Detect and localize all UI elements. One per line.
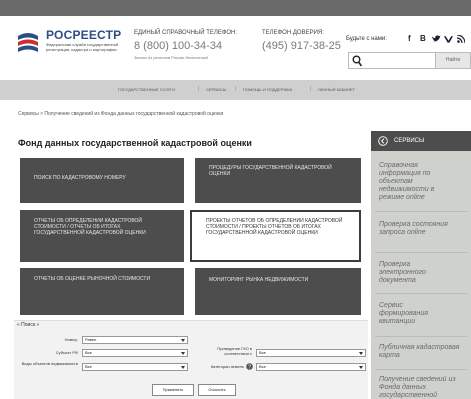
- subject-label: Субъект РФ: [55, 350, 78, 355]
- tile-label: ОТЧЕТЫ ОБ ОЦЕНКЕ РЫНОЧНОЙ СТОИМОСТИ: [34, 276, 151, 282]
- dropdown-arrow-icon: [359, 366, 363, 369]
- helpline-label: ЕДИНЫЙ СПРАВОЧНЫЙ ТЕЛЕФОН:: [134, 30, 238, 36]
- tile-market-value-reports[interactable]: ОТЧЕТЫ ОБ ОЦЕНКЕ РЫНОЧНОЙ СТОИМОСТИ: [20, 268, 184, 315]
- dropdown-arrow-icon: [181, 339, 185, 342]
- gko-select[interactable]: Все: [256, 349, 366, 357]
- apply-button[interactable]: Применить: [152, 384, 194, 396]
- helpline-note: Звонок из регионов России бесплатный: [134, 55, 208, 60]
- land-category-select[interactable]: Все: [256, 363, 366, 371]
- services-sidebar: СЕРВИСЫ Справочная информация по объекта…: [371, 131, 471, 399]
- sidebar-divider: [375, 252, 467, 253]
- sidebar-divider: [375, 211, 467, 212]
- sidebar-link-fund-data[interactable]: Получение сведений из Фонда данных госуд…: [379, 376, 471, 399]
- tile-market-monitoring[interactable]: МОНИТОРИНГ РЫНКА НЕДВИЖИМОСТИ: [195, 268, 361, 315]
- sidebar-link-receipt[interactable]: Сервис формирования квитанции: [379, 302, 449, 326]
- chevron-left-icon: [378, 136, 388, 146]
- tile-valuation-reports[interactable]: ОТЧЕТЫ ОБ ОПРЕДЕЛЕНИИ КАДАСТРОВОЙ СТОИМО…: [20, 210, 184, 262]
- tile-label: ОТЧЕТЫ ОБ ОПРЕДЕЛЕНИИ КАДАСТРОВОЙ СТОИМО…: [34, 218, 146, 236]
- land-category-value: Все: [259, 364, 266, 369]
- sidebar-link-cadastral-map[interactable]: Публичная кадастровая карта: [379, 344, 467, 360]
- helpline-phone[interactable]: 8 (800) 100-34-34: [134, 40, 222, 52]
- help-icon[interactable]: ?: [246, 363, 253, 370]
- page-title: Фонд данных государственной кадастровой …: [18, 138, 252, 148]
- dropdown-arrow-icon: [181, 352, 185, 355]
- object-type-value: Все: [85, 364, 92, 369]
- rosreestr-logo-icon[interactable]: [16, 32, 40, 54]
- search-form-title[interactable]: « Поиск »: [17, 322, 39, 328]
- facebook-icon[interactable]: f: [408, 34, 411, 43]
- tile-label: ПОИСК ПО КАДАСТРОВОМУ НОМЕРУ: [34, 175, 126, 181]
- tile-label: ПРОЕКТЫ ОТЧЕТОВ ОБ ОПРЕДЕЛЕНИИ КАДАСТРОВ…: [206, 218, 343, 236]
- search-icon: [352, 55, 362, 67]
- subject-select[interactable]: Все: [82, 349, 188, 357]
- object-type-label: Виды объектов недвижимости: [21, 361, 78, 366]
- nav-separator: |: [310, 86, 312, 92]
- land-category-label: Категории земель: [210, 364, 244, 369]
- tile-label: МОНИТОРИНГ РЫНКА НЕДВИЖИМОСТИ: [209, 277, 309, 283]
- site-search-input[interactable]: [348, 52, 436, 69]
- number-condition-value: Равен: [85, 337, 97, 342]
- tile-search-by-cadastral-number[interactable]: ПОИСК ПО КАДАСТРОВОМУ НОМЕРУ: [20, 158, 184, 203]
- nav-item-services[interactable]: СЕРВИСЫ: [206, 87, 226, 92]
- nav-item-gov-services[interactable]: ГОСУДАРСТВЕННЫЕ УСЛУГИ: [118, 87, 175, 92]
- tile-procedures[interactable]: ПРОЦЕДУРЫ ГОСУДАРСТВЕННОЙ КАДАСТРОВОЙ ОЦ…: [195, 158, 361, 203]
- subject-value: Все: [85, 350, 92, 355]
- dropdown-arrow-icon: [359, 352, 363, 355]
- number-label: Номер:: [64, 337, 78, 342]
- nav-separator: |: [235, 86, 237, 92]
- blogger-icon[interactable]: B: [420, 34, 426, 43]
- sidebar-divider: [375, 293, 467, 294]
- search-button[interactable]: Найти: [436, 52, 471, 69]
- top-strip: [0, 0, 471, 16]
- sidebar-link-check-document[interactable]: Проверка электронного документа: [379, 261, 449, 285]
- logo-name[interactable]: РОСРЕЕСТР: [46, 28, 121, 42]
- sidebar-heading-label: СЕРВИСЫ: [394, 138, 425, 144]
- svg-text:?: ?: [248, 365, 251, 370]
- sidebar-link-online-info[interactable]: Справочная информация по объектам недвиж…: [379, 162, 449, 202]
- twitter-icon[interactable]: [432, 35, 441, 43]
- sidebar-divider: [375, 369, 467, 370]
- clear-button[interactable]: Очистить: [198, 384, 236, 396]
- social-label: Будьте с нами:: [346, 36, 387, 42]
- tile-draft-reports[interactable]: ПРОЕКТЫ ОТЧЕТОВ ОБ ОПРЕДЕЛЕНИИ КАДАСТРОВ…: [190, 210, 361, 262]
- tile-label: ПРОЦЕДУРЫ ГОСУДАРСТВЕННОЙ КАДАСТРОВОЙ ОЦ…: [209, 165, 332, 177]
- trustline-label: ТЕЛЕФОН ДОВЕРИЯ:: [262, 30, 324, 36]
- main-nav: ГОСУДАРСТВЕННЫЕ УСЛУГИ | СЕРВИСЫ | ПОМОЩ…: [0, 80, 471, 100]
- dropdown-arrow-icon: [181, 366, 185, 369]
- nav-item-account[interactable]: ЛИЧНЫЙ КАБИНЕТ: [318, 87, 355, 92]
- number-condition-select[interactable]: Равен: [82, 336, 188, 344]
- sidebar-divider: [375, 336, 467, 337]
- breadcrumb[interactable]: Сервисы > Получение сведений из Фонда да…: [18, 111, 223, 117]
- rss-icon[interactable]: [457, 35, 465, 43]
- sidebar-link-check-request[interactable]: Проверка состояния запроса online: [379, 221, 457, 237]
- object-type-select[interactable]: Все: [82, 363, 188, 371]
- vk-icon[interactable]: [444, 35, 453, 43]
- logo-subtitle: Федеральная служба государственной регис…: [46, 42, 119, 52]
- sidebar-heading[interactable]: СЕРВИСЫ: [371, 131, 471, 151]
- nav-separator: |: [198, 86, 200, 92]
- gko-label: Проведение ГКО в соответствии с: [217, 346, 252, 356]
- trustline-phone[interactable]: (495) 917-38-25: [262, 40, 341, 52]
- search-form: « Поиск » Номер: Равен Субъект РФ Все Ви…: [14, 320, 368, 399]
- gko-value: Все: [259, 350, 266, 355]
- nav-item-help[interactable]: ПОМОЩЬ И ПОДДЕРЖКА: [243, 87, 292, 92]
